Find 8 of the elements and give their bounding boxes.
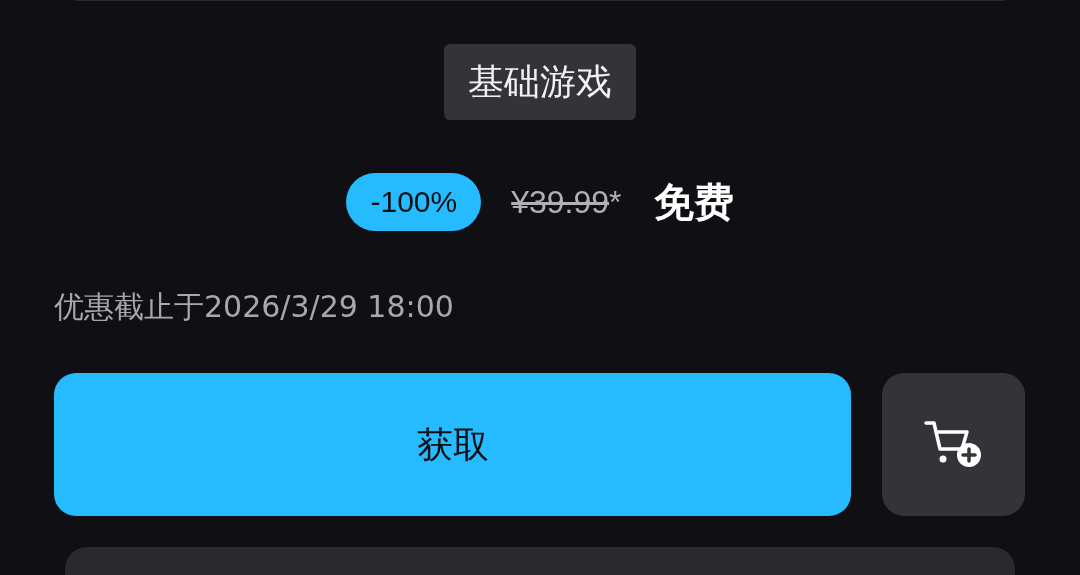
edition-badge: 基础游戏 — [444, 44, 636, 121]
discount-badge: -100% — [346, 173, 482, 232]
footnote-mark: * — [609, 183, 622, 223]
get-button[interactable]: 获取 — [54, 373, 851, 517]
original-price: ¥39.99 — [511, 183, 610, 223]
offer-end-text: 优惠截止于2026/3/29 18:00 — [54, 289, 454, 325]
current-price: 免费 — [653, 178, 734, 228]
add-to-cart-button[interactable] — [882, 373, 1025, 517]
